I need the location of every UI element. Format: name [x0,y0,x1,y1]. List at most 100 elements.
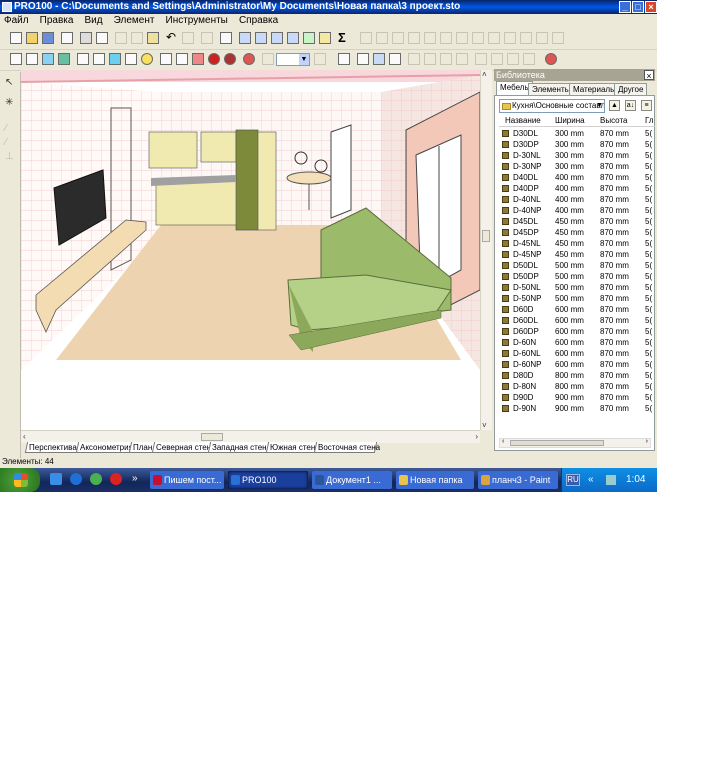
paste-icon[interactable] [147,32,159,44]
list-item[interactable]: D80D 800 mm 870 mm 5( [499,370,655,381]
col-width[interactable]: Ширина [555,116,585,126]
icq-icon[interactable] [90,473,102,485]
folder-select[interactable]: Кухня\Основные составляющие ▼ [499,99,605,113]
tab-perspective[interactable]: Перспектива [24,442,80,453]
menu-edit[interactable]: Правка [36,14,78,28]
unlock-icon[interactable] [520,32,532,44]
show-icon[interactable] [552,32,564,44]
flip-icon[interactable] [424,53,436,65]
align-top-icon[interactable] [408,32,420,44]
ungroup-icon[interactable] [488,32,500,44]
explode-icon[interactable] [523,53,535,65]
crosshair-icon[interactable]: ✳ [5,98,15,108]
zoom-all-icon[interactable] [271,32,283,44]
print-icon[interactable] [80,32,92,44]
scroll-down-icon[interactable]: ˅ [482,421,487,430]
align-bottom-icon[interactable] [440,32,452,44]
list-item[interactable]: D-30NL 300 mm 870 mm 5( [499,150,655,161]
tab-axonometry[interactable]: Аксонометрия [75,442,133,453]
viewport-vertical-scrollbar[interactable]: ˄ ˅ [480,70,492,430]
tab-west-wall[interactable]: Западная стена [207,442,271,453]
cube-back-icon[interactable] [93,53,105,65]
list-item[interactable]: D-45NL 450 mm 870 mm 5( [499,238,655,249]
minimize-button[interactable]: _ [619,1,631,13]
list-item[interactable]: D-60N 600 mm 870 mm 5( [499,337,655,348]
cube-front-icon[interactable] [26,53,38,65]
undo-icon[interactable]: ↶ [166,31,178,44]
scroll-thumb[interactable] [482,230,490,242]
measure-icon[interactable] [176,53,188,65]
align-left-icon[interactable] [360,32,372,44]
align-right-icon[interactable] [392,32,404,44]
col-height[interactable]: Высота [600,116,627,126]
menu-file[interactable]: Файл [0,14,33,28]
list-item[interactable]: D60DP 600 mm 870 mm 5( [499,326,655,337]
rotate-icon[interactable] [224,53,236,65]
grid-icon[interactable] [192,53,204,65]
list-item[interactable]: D40DL 400 mm 870 mm 5( [499,172,655,183]
text-icon[interactable] [125,53,137,65]
zoom-out-icon[interactable] [262,53,274,65]
align-center-icon[interactable] [376,32,388,44]
show-desktop-icon[interactable] [50,473,62,485]
save-as-icon[interactable] [61,32,73,44]
zoom-in-icon[interactable] [314,53,326,65]
list-view-icon[interactable]: ≡ [641,100,652,111]
zoom-selection-icon[interactable] [287,32,299,44]
col-depth[interactable]: Гл [645,116,654,126]
rotate-right-icon[interactable] [491,53,503,65]
quicklaunch-more-icon[interactable]: » [132,473,138,484]
move-up-icon[interactable] [357,53,369,65]
sort-icon[interactable]: a↓ [625,100,636,111]
tab-elements[interactable]: Элементы [528,83,575,95]
col-name[interactable]: Название [505,116,541,126]
close-icon[interactable]: × [644,70,654,81]
open-folder-icon[interactable] [26,32,38,44]
list-item[interactable]: D-50NL 500 mm 870 mm 5( [499,282,655,293]
align-middle-icon[interactable] [424,32,436,44]
save-icon[interactable] [42,32,54,44]
rotate-left-icon[interactable] [475,53,487,65]
taskbar-button[interactable]: Пишем пост... [150,471,224,489]
mirror-icon[interactable] [408,53,420,65]
scale-icon[interactable] [440,53,452,65]
tab-other[interactable]: Другое [614,83,648,95]
array-icon[interactable] [507,53,519,65]
list-item[interactable]: D-40NP 400 mm 870 mm 5( [499,205,655,216]
list-item[interactable]: D-50NP 500 mm 870 mm 5( [499,293,655,304]
list-item[interactable]: D45DP 450 mm 870 mm 5( [499,227,655,238]
line-tool-icon[interactable]: ∕ [5,138,15,148]
list-item[interactable]: D-90N 900 mm 870 mm 5( [499,403,655,414]
magnet-icon[interactable] [208,53,220,65]
cube-top-icon[interactable] [109,53,121,65]
start-button[interactable] [0,468,40,492]
dim-tool-icon[interactable]: ⊥ [5,152,15,162]
language-indicator[interactable]: RU [566,474,580,486]
new-file-icon[interactable] [10,32,22,44]
select-all-icon[interactable] [338,53,350,65]
close-button[interactable]: × [645,1,657,13]
paint-icon[interactable] [160,53,172,65]
print-preview-icon[interactable] [96,32,108,44]
tray-expand-icon[interactable]: « [588,468,594,492]
cube-icon[interactable] [10,53,22,65]
sum-icon[interactable]: Σ [338,31,346,45]
list-item[interactable]: D30DL 300 mm 870 mm 5( [499,128,655,139]
list-item[interactable]: D50DL 500 mm 870 mm 5( [499,260,655,271]
list-item[interactable]: D-80N 800 mm 870 mm 5( [499,381,655,392]
move-icon[interactable] [373,53,385,65]
taskbar-button[interactable]: Новая папка [396,471,474,489]
hide-icon[interactable] [536,32,548,44]
list-item[interactable]: D45DL 450 mm 870 mm 5( [499,216,655,227]
scroll-up-icon[interactable]: ˄ [482,70,487,79]
list-item[interactable]: D-40NL 400 mm 870 mm 5( [499,194,655,205]
menu-tools[interactable]: Инструменты [162,14,232,28]
zoom-combo[interactable]: ▼ [276,53,310,66]
cut-icon[interactable] [115,32,127,44]
menu-help[interactable]: Справка [235,14,282,28]
zoom-window-icon[interactable] [255,32,267,44]
maximize-button[interactable]: □ [632,1,644,13]
3d-viewport[interactable] [21,70,480,430]
delete-icon[interactable] [201,32,213,44]
list-item[interactable]: D-30NP 300 mm 870 mm 5( [499,161,655,172]
